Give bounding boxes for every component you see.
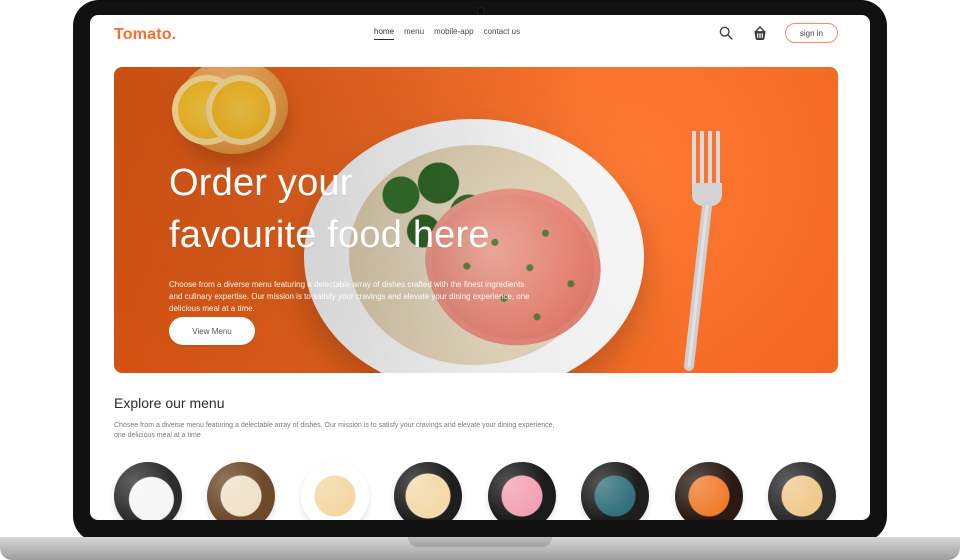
search-button[interactable] — [717, 24, 735, 42]
nav-mobile-app-link[interactable]: mobile-app — [434, 27, 474, 40]
laptop-notch — [408, 537, 552, 547]
menu-category-item[interactable] — [207, 462, 276, 520]
nav-home-link[interactable]: home — [374, 27, 395, 40]
website-screen: Tomato. home menu mobile-app contact us — [90, 15, 870, 520]
menu-categories — [114, 461, 838, 520]
cart-button[interactable] — [751, 24, 769, 42]
menu-category-item[interactable] — [394, 462, 463, 520]
menu-category-item[interactable] — [674, 462, 743, 520]
hero-title: Order your favourite food here — [169, 157, 559, 261]
view-menu-button[interactable]: View Menu — [169, 317, 255, 345]
hero-description: Choose from a diverse menu featuring a d… — [169, 280, 530, 313]
menu-category-item[interactable] — [767, 462, 836, 520]
sign-in-button[interactable]: sign in — [784, 23, 838, 43]
fork-illustration — [684, 131, 722, 371]
nav-contact-us-link[interactable]: contact us — [484, 27, 520, 40]
nav-menu-link[interactable]: menu — [404, 27, 424, 40]
menu-category-item[interactable] — [114, 462, 182, 520]
top-navbar: Tomato. home menu mobile-app contact us — [90, 15, 870, 55]
hero-title-line-1: Order your — [169, 162, 353, 204]
menu-category-item[interactable] — [487, 462, 556, 520]
menu-category-item[interactable] — [300, 462, 369, 520]
hero-title-line-2: favourite food here — [169, 214, 490, 256]
nav-actions: sign in — [717, 23, 838, 43]
explore-menu-section: Explore our menu Chosee from a diverse m… — [114, 395, 838, 520]
primary-nav: home menu mobile-app contact us — [374, 27, 520, 40]
hero-text: Order your favourite food here Choose fr… — [169, 157, 559, 315]
basket-icon — [754, 26, 766, 40]
search-icon — [719, 26, 733, 40]
hero-banner: Order your favourite food here Choose fr… — [114, 67, 838, 373]
brand-logo[interactable]: Tomato. — [114, 26, 204, 44]
explore-description: Chosee from a diverse menu featuring a d… — [114, 422, 555, 439]
menu-category-item[interactable] — [581, 462, 650, 520]
laptop-mockup: Tomato. home menu mobile-app contact us — [0, 0, 960, 560]
explore-title: Explore our menu — [114, 395, 225, 411]
webcam-dot — [478, 8, 484, 14]
